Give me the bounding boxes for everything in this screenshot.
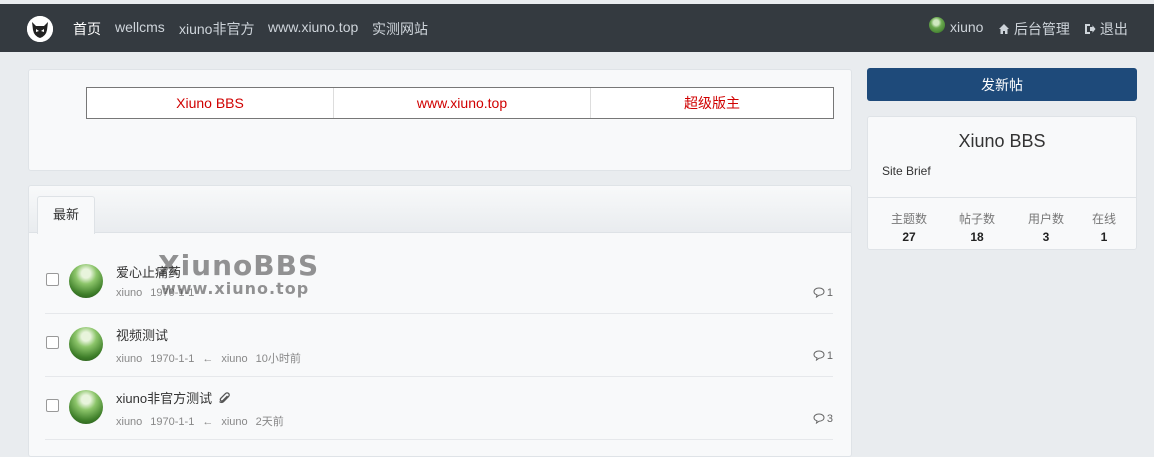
last-reply-author[interactable]: xiuno [221,416,247,428]
thread-row[interactable]: 视频测试 xiuno 1970-1-1 ← xiuno 10小时前 1 [45,314,833,377]
nav-user[interactable]: xiuno [950,19,983,35]
last-reply-time: 2天前 [255,416,284,428]
new-post-button[interactable]: 发新帖 [867,68,1137,101]
site-name: Xiuno BBS [958,131,1046,151]
logout-icon [1085,24,1096,34]
nav-home[interactable]: 首页 [73,19,101,39]
comment-icon [813,287,825,299]
reply-count-value: 3 [826,413,833,425]
stat-label: 帖子数 [958,212,995,226]
tab-bar: 最新 [29,186,851,234]
paperclip-icon [218,392,230,404]
links-card: Xiuno BBS www.xiuno.top 超级版主 [28,69,852,171]
thread-title[interactable]: 爱心止痛药 [116,262,181,281]
divider [868,197,1136,198]
nav-logout-label: 退出 [1099,21,1128,37]
nav-xiuno-top[interactable]: www.xiuno.top [268,19,358,35]
thread-title[interactable]: xiuno非官方测试 [116,388,231,407]
thread-checkbox[interactable] [46,273,59,286]
thread-author[interactable]: xiuno [116,416,142,428]
link-xiuno-bbs[interactable]: Xiuno BBS [87,88,333,118]
reply-count: 1 [813,287,833,299]
tab-latest[interactable]: 最新 [37,196,95,234]
stat-value: 18 [970,230,984,244]
site-logo-icon[interactable] [27,16,53,42]
thread-list-card: 最新 爱心止痛药 xiuno 1970-1-1 1 视频测试 xiuno 1970-… [28,185,852,457]
comment-icon [813,413,825,425]
thread-title[interactable]: 视频测试 [116,325,168,344]
stat-label: 在线 [1091,212,1116,226]
thread-checkbox[interactable] [46,336,59,349]
stat-value: 1 [1100,230,1108,244]
site-brief: Site Brief [882,164,931,178]
thread-date: 1970-1-1 [150,287,195,299]
friend-links: Xiuno BBS www.xiuno.top 超级版主 [86,87,834,119]
stat-label: 主题数 [890,212,927,226]
last-reply-arrow-icon: ← [202,353,214,365]
comment-icon [813,350,825,362]
stat-value: 27 [902,230,916,244]
thread-row[interactable]: 爱心止痛药 xiuno 1970-1-1 1 [45,251,833,314]
nav-logout[interactable]: 退出 [1084,19,1128,39]
home-icon [999,24,1009,34]
link-xiuno-top[interactable]: www.xiuno.top [334,88,590,118]
nav-admin-label: 后台管理 [1013,21,1070,37]
reply-count: 1 [813,350,833,362]
author-avatar[interactable] [69,264,103,298]
nav-xiuno-unofficial[interactable]: xiuno非官方 [179,19,254,39]
thread-author[interactable]: xiuno [116,287,142,299]
stat-online: 在线 1 [1074,210,1134,244]
reply-count: 3 [813,413,833,425]
last-reply-arrow-icon: ← [202,416,214,428]
top-navbar: 首页 wellcms xiuno非官方 www.xiuno.top 实测网站 x… [0,4,1154,52]
thread-row[interactable]: xiuno非官方测试 xiuno 1970-1-1 ← xiuno 2天前 3 [45,377,833,440]
reply-count-value: 1 [826,350,833,362]
user-avatar[interactable] [929,17,945,33]
last-reply-author[interactable]: xiuno [221,353,247,365]
thread-meta: xiuno 1970-1-1 ← xiuno 10小时前 [116,350,309,366]
author-avatar[interactable] [69,390,103,424]
stat-value: 3 [1042,230,1050,244]
thread-date: 1970-1-1 [150,353,195,365]
nav-admin[interactable]: 后台管理 [998,19,1070,39]
link-super-moderator[interactable]: 超级版主 [591,88,833,118]
reply-count-value: 1 [826,287,833,299]
thread-title-text[interactable]: xiuno非官方测试 [116,391,212,406]
thread-date: 1970-1-1 [150,416,195,428]
thread-meta: xiuno 1970-1-1 [116,287,202,299]
thread-author[interactable]: xiuno [116,353,142,365]
thread-checkbox[interactable] [46,399,59,412]
last-reply-time: 10小时前 [255,353,301,365]
nav-test-site[interactable]: 实测网站 [372,19,428,39]
stat-threads: 主题数 27 [879,210,939,244]
stat-users: 用户数 3 [1016,210,1076,244]
thread-meta: xiuno 1970-1-1 ← xiuno 2天前 [116,413,292,429]
stat-posts: 帖子数 18 [947,210,1007,244]
nav-wellcms[interactable]: wellcms [115,19,165,35]
stat-label: 用户数 [1027,212,1064,226]
author-avatar[interactable] [69,327,103,361]
